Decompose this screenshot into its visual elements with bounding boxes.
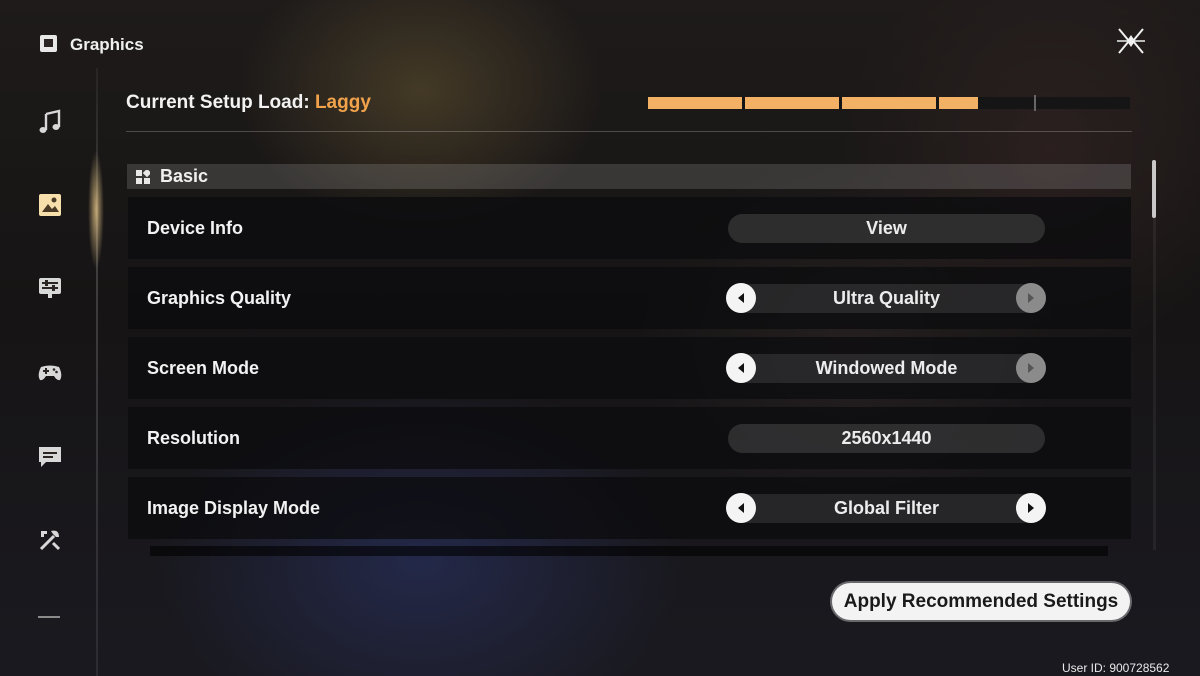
chevron-right-icon [1028,293,1034,303]
apply-recommended-settings-button[interactable]: Apply Recommended Settings [832,583,1130,620]
chat-icon [39,447,61,467]
chevron-right-icon [1028,503,1034,513]
image-display-mode-prev-button[interactable] [726,493,756,523]
view-device-info-button[interactable]: View [728,213,1045,243]
graphics-icon [39,194,61,216]
sidebar-more-indicator [38,616,60,618]
graphics-quality-value: Ultra Quality [728,283,1045,313]
grid-icon [136,169,150,184]
setting-row-resolution: Resolution 2560x1440 [128,407,1131,469]
load-segment [842,97,936,109]
screen-mode-prev-button[interactable] [726,353,756,383]
screen-mode-value: Windowed Mode [728,353,1045,383]
setting-label: Screen Mode [147,357,260,378]
image-display-mode-next-button[interactable] [1016,493,1046,523]
section-header-basic: Basic [127,164,1131,189]
sidebar-item-chat[interactable] [28,434,72,478]
setup-load-meter [648,95,1130,111]
resolution-dropdown[interactable]: 2560x1440 [728,423,1045,453]
sidebar-item-graphics[interactable] [28,183,72,227]
chevron-left-icon [738,503,744,513]
setting-row-screen-mode: Screen Mode Windowed Mode [128,337,1131,399]
sidebar-item-controls[interactable] [28,350,72,394]
setting-label: Image Display Mode [147,497,321,518]
gamepad-icon [38,365,62,381]
setting-label: Resolution [147,427,240,448]
setting-row-image-display-mode: Image Display Mode Global Filter [128,477,1131,539]
wrench-ruler-icon [39,530,61,551]
image-display-mode-value: Global Filter [728,493,1045,523]
load-threshold-tick [1034,95,1036,111]
chevron-right-icon [1028,363,1034,373]
chevron-left-icon [738,293,744,303]
music-note-icon [39,109,61,133]
close-icon [1117,28,1145,54]
user-id: User ID: 900728562 [1062,661,1170,675]
page-title: Graphics [70,35,144,54]
graphics-quality-next-button[interactable] [1016,283,1046,313]
section-title: Basic [160,166,209,186]
sidebar-item-audio[interactable] [28,100,72,144]
setup-load-text: Current Setup Load: [126,92,310,113]
setup-load-value: Laggy [314,92,371,113]
sidebar-active-glow [88,150,104,270]
load-segment [939,97,978,109]
header-divider [126,131,1132,132]
graphics-icon [40,35,57,52]
chevron-left-icon [738,363,744,373]
setting-label: Graphics Quality [147,287,292,308]
load-segment [745,97,839,109]
setting-row-graphics-quality: Graphics Quality Ultra Quality [128,267,1131,329]
sidebar-item-other[interactable] [28,518,72,562]
setting-row-device-info: Device Info View [128,197,1131,259]
screen-mode-next-button[interactable] [1016,353,1046,383]
sidebar-item-display[interactable] [28,266,72,310]
sliders-icon [39,278,61,298]
load-segment [648,97,742,109]
partial-next-row [150,546,1108,556]
setup-load-label: Current Setup Load: Laggy [126,92,371,114]
scrollbar-track[interactable] [1153,160,1156,550]
scrollbar-thumb[interactable] [1152,160,1156,218]
close-button[interactable] [1115,25,1147,57]
setting-label: Device Info [147,217,244,238]
graphics-quality-prev-button[interactable] [726,283,756,313]
